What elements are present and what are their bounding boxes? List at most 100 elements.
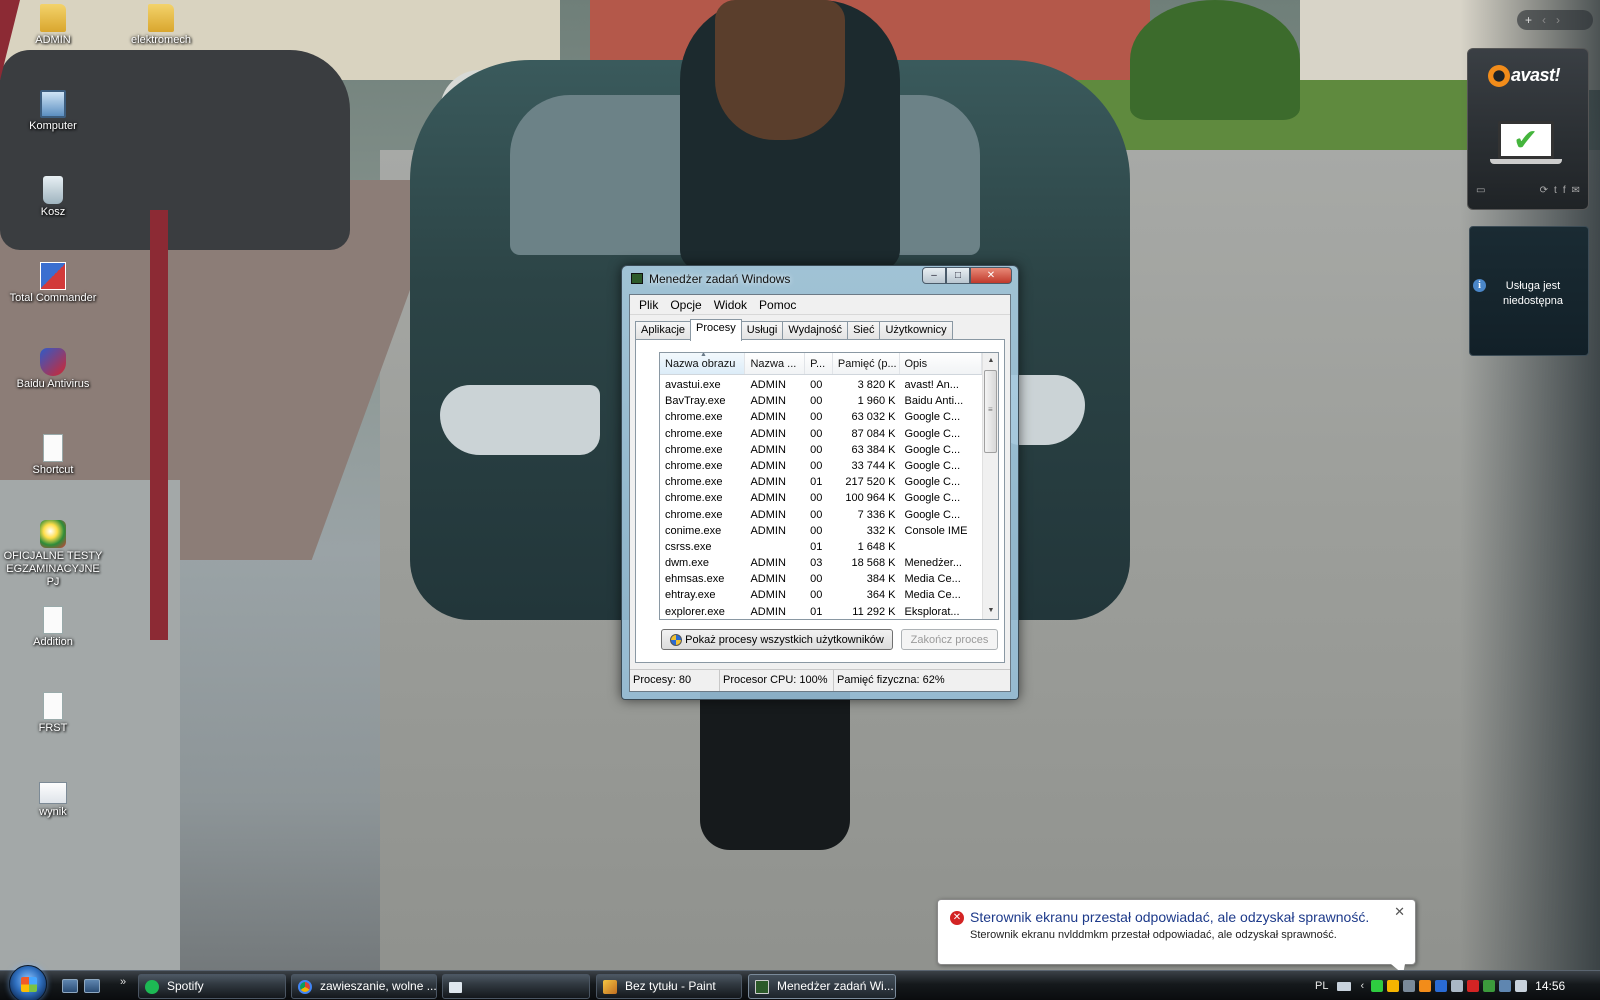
- vertical-scrollbar[interactable]: ▲ ≡ ▼: [982, 353, 998, 619]
- volume-icon[interactable]: [1515, 980, 1528, 992]
- refresh-icon[interactable]: ⟳: [1540, 185, 1548, 196]
- service-gadget[interactable]: i Usługa jest niedostępna: [1469, 226, 1589, 356]
- cell-user: ADMIN: [750, 589, 786, 602]
- desktop-icon-frst[interactable]: FRST: [0, 692, 106, 735]
- add-gadget-button[interactable]: +: [1525, 13, 1532, 27]
- cell-cpu: 00: [810, 589, 823, 602]
- monitor-icon[interactable]: [1499, 980, 1512, 992]
- column-header-cpu[interactable]: P...: [805, 353, 833, 374]
- taskbar-button-chrome[interactable]: zawieszanie, wolne ...: [291, 974, 437, 999]
- close-icon[interactable]: ✕: [1394, 904, 1405, 920]
- tab-network[interactable]: Sieć: [847, 321, 881, 340]
- cell-mem: 63 384 K: [851, 443, 896, 456]
- cell-cpu: 00: [810, 443, 823, 456]
- desktop-icon-computer[interactable]: Komputer: [0, 90, 106, 133]
- column-header-description[interactable]: Opis: [900, 353, 982, 374]
- mail-icon[interactable]: ✉: [1572, 185, 1580, 196]
- tab-processes[interactable]: Procesy: [690, 319, 742, 341]
- menu-help[interactable]: Pomoc: [753, 298, 802, 312]
- close-button[interactable]: ✕: [970, 267, 1012, 284]
- taskbar-button-spotify[interactable]: Spotify: [138, 974, 286, 999]
- clock[interactable]: 14:56: [1535, 979, 1565, 993]
- table-row[interactable]: explorer.exe ADMIN 01 11 292 K Eksplorat...: [660, 604, 982, 619]
- window-icon[interactable]: ▭: [1476, 185, 1485, 196]
- tab-users[interactable]: Użytkownicy: [879, 321, 953, 340]
- desktop-icon-wynik[interactable]: wynik: [0, 778, 106, 819]
- twitter-icon[interactable]: t: [1554, 185, 1557, 196]
- table-row[interactable]: BavTray.exe ADMIN 00 1 960 K Baidu Anti...: [660, 393, 982, 409]
- table-row[interactable]: chrome.exe ADMIN 00 100 964 K Google C...: [660, 490, 982, 506]
- desktop-icon-admin[interactable]: ADMIN: [0, 4, 106, 47]
- table-row[interactable]: dwm.exe ADMIN 03 18 568 K Menedżer...: [660, 555, 982, 571]
- tab-services[interactable]: Usługi: [740, 321, 784, 340]
- cell-mem: 332 K: [866, 524, 896, 537]
- show-hidden-icons-button[interactable]: ‹: [1360, 980, 1364, 992]
- scroll-up-arrow-icon[interactable]: ▲: [983, 353, 998, 369]
- desktop-icon-recycle-bin[interactable]: Kosz: [0, 176, 106, 219]
- scroll-down-arrow-icon[interactable]: ▼: [983, 603, 998, 619]
- tray-status-icon[interactable]: [1371, 980, 1384, 992]
- table-row[interactable]: chrome.exe ADMIN 00 87 084 K Google C...: [660, 426, 982, 442]
- end-process-button[interactable]: Zakończ proces: [901, 629, 998, 650]
- minimize-button[interactable]: –: [922, 267, 946, 284]
- tab-applications[interactable]: Aplikacje: [635, 321, 692, 340]
- tab-performance[interactable]: Wydajność: [782, 321, 849, 340]
- menu-view[interactable]: Widok: [708, 298, 753, 312]
- keyboard-icon[interactable]: [1337, 981, 1352, 991]
- desktop-icon-shortcut[interactable]: Shortcut: [0, 434, 106, 477]
- table-row[interactable]: ehmsas.exe ADMIN 00 384 K Media Ce...: [660, 571, 982, 587]
- table-row[interactable]: avastui.exe ADMIN 00 3 820 K avast! An...: [660, 377, 982, 393]
- menu-options[interactable]: Opcje: [664, 298, 707, 312]
- desktop-icon-addition[interactable]: Addition: [0, 606, 106, 649]
- network-icon[interactable]: [1451, 980, 1464, 992]
- tray-app-icon[interactable]: [1467, 980, 1480, 992]
- switch-windows-icon[interactable]: [84, 979, 100, 993]
- start-button[interactable]: [9, 965, 47, 1000]
- table-row[interactable]: chrome.exe ADMIN 00 63 384 K Google C...: [660, 442, 982, 458]
- desktop-icon-label: Shortcut: [32, 464, 74, 476]
- show-all-processes-button[interactable]: Pokaż procesy wszystkich użytkowników: [661, 629, 893, 650]
- checkmark-icon: ✔: [1513, 124, 1539, 157]
- desktop-icon-exam-tests[interactable]: OFICJALNE TESTY EGZAMINACYJNE PJ: [0, 520, 106, 589]
- table-row[interactable]: conime.exe ADMIN 00 332 K Console IME: [660, 523, 982, 539]
- desktop-icon-label: FRST: [38, 722, 68, 734]
- desktop-icon-baidu-antivirus[interactable]: Baidu Antivirus: [0, 348, 106, 391]
- table-row[interactable]: chrome.exe ADMIN 01 217 520 K Google C...: [660, 474, 982, 490]
- column-header-image-name[interactable]: ▲ Nazwa obrazu: [660, 353, 746, 374]
- desktop-icon-total-commander[interactable]: Total Commander: [0, 262, 106, 305]
- language-indicator[interactable]: PL: [1315, 980, 1328, 992]
- quick-launch-overflow-icon[interactable]: »: [120, 976, 126, 988]
- taskbar-button-paint[interactable]: Bez tytułu - Paint: [596, 974, 742, 999]
- title-bar[interactable]: Menedżer zadań Windows – □ ✕: [622, 266, 1018, 292]
- next-gadget-button[interactable]: ›: [1556, 13, 1560, 27]
- table-row[interactable]: csrss.exe 01 1 648 K: [660, 539, 982, 555]
- cell-mem: 1 648 K: [857, 540, 896, 553]
- menu-file[interactable]: Plik: [633, 298, 664, 312]
- nvidia-icon[interactable]: [1483, 980, 1496, 992]
- previous-gadget-button[interactable]: ‹: [1542, 13, 1546, 27]
- taskbar-button-task-manager[interactable]: Menedżer zadań Wi...: [748, 974, 896, 999]
- avast-gadget[interactable]: avast! ✔ ▭ ⟳ t f ✉: [1467, 48, 1589, 210]
- table-row[interactable]: chrome.exe ADMIN 00 7 336 K Google C...: [660, 507, 982, 523]
- column-header-user-name[interactable]: Nazwa ...: [745, 353, 806, 374]
- show-desktop-icon[interactable]: [62, 979, 78, 993]
- process-list: ▲ Nazwa obrazu Nazwa ... P... Pamięć (p..…: [659, 352, 999, 620]
- window-controls: – □ ✕: [922, 267, 1012, 284]
- tray-app-icon[interactable]: [1435, 980, 1448, 992]
- desktop-icon-label: wynik: [39, 806, 67, 818]
- column-header-memory[interactable]: Pamięć (p...: [833, 353, 900, 374]
- sort-ascending-icon: ▲: [700, 353, 707, 358]
- warning-icon[interactable]: [1387, 980, 1400, 992]
- computer-icon: [40, 90, 66, 118]
- avast-tray-icon[interactable]: [1419, 980, 1432, 992]
- scrollbar-thumb[interactable]: ≡: [984, 370, 997, 453]
- taskbar-button-window[interactable]: [442, 974, 590, 999]
- table-row[interactable]: ehtray.exe ADMIN 00 364 K Media Ce...: [660, 587, 982, 603]
- maximize-button[interactable]: □: [946, 267, 970, 284]
- notification-balloon[interactable]: ✕ Sterownik ekranu przestał odpowiadać, …: [937, 899, 1416, 965]
- desktop-icon-elektromech[interactable]: elektromech: [108, 4, 214, 47]
- facebook-icon[interactable]: f: [1563, 185, 1566, 196]
- table-row[interactable]: chrome.exe ADMIN 00 63 032 K Google C...: [660, 409, 982, 425]
- table-row[interactable]: chrome.exe ADMIN 00 33 744 K Google C...: [660, 458, 982, 474]
- tray-app-icon[interactable]: [1403, 980, 1416, 992]
